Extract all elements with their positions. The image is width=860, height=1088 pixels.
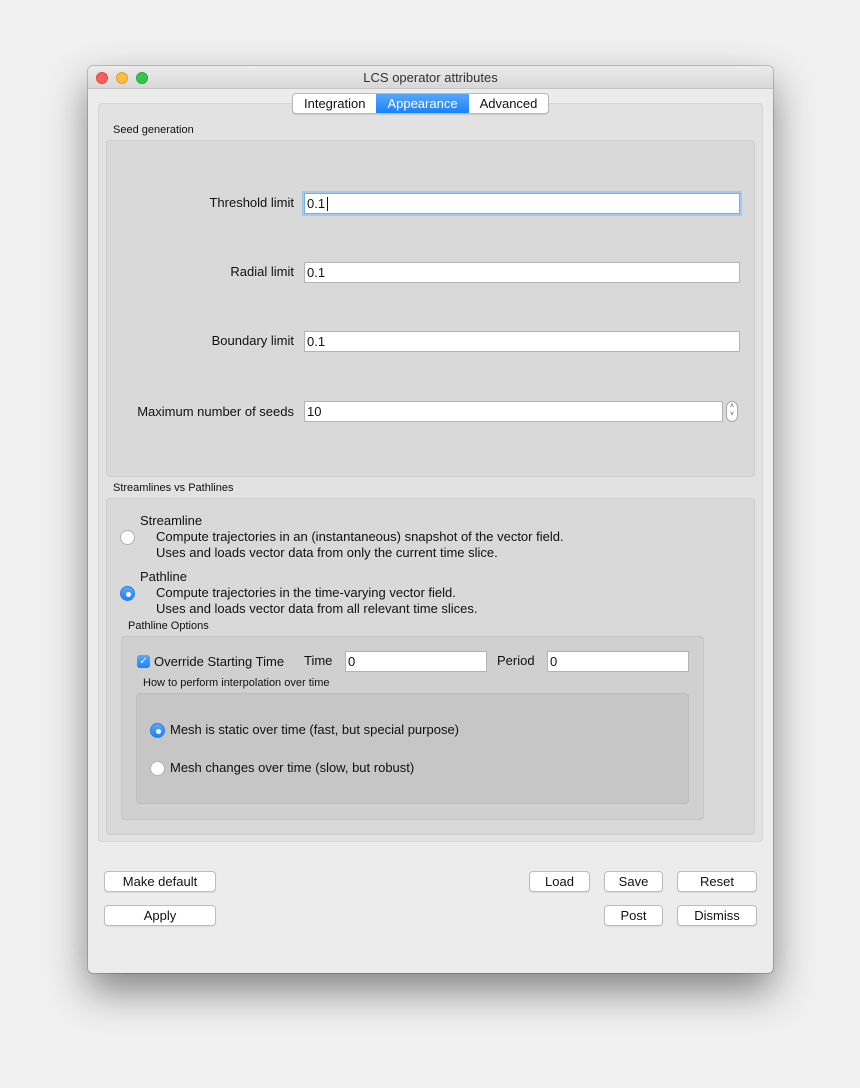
tab-integration[interactable]: Integration xyxy=(293,94,376,113)
title-bar: LCS operator attributes xyxy=(88,66,773,89)
pathline-radio[interactable] xyxy=(120,586,135,601)
streamline-description-1: Compute trajectories in an (instantaneou… xyxy=(156,529,564,544)
time-label: Time xyxy=(304,653,333,668)
check-icon: ✓ xyxy=(139,656,148,667)
apply-button[interactable]: Apply xyxy=(104,905,216,926)
threshold-limit-label: Threshold limit xyxy=(209,195,294,210)
save-button[interactable]: Save xyxy=(604,871,663,892)
override-starting-time-checkbox[interactable]: ✓ xyxy=(137,655,150,668)
seed-generation-group xyxy=(106,140,755,477)
post-button[interactable]: Post xyxy=(604,905,663,926)
make-default-button[interactable]: Make default xyxy=(104,871,216,892)
max-seeds-label: Maximum number of seeds xyxy=(137,404,294,419)
interpolation-group xyxy=(136,693,689,804)
pathline-label[interactable]: Pathline xyxy=(140,569,187,584)
mesh-static-label[interactable]: Mesh is static over time (fast, but spec… xyxy=(170,722,459,737)
period-label: Period xyxy=(497,653,535,668)
streamline-radio[interactable] xyxy=(120,530,135,545)
time-input[interactable] xyxy=(345,651,487,672)
minimize-window-button[interactable] xyxy=(116,72,128,84)
pathline-options-title: Pathline Options xyxy=(128,620,209,632)
tab-advanced[interactable]: Advanced xyxy=(469,94,549,113)
zoom-window-button[interactable] xyxy=(136,72,148,84)
interpolation-title: How to perform interpolation over time xyxy=(143,677,330,689)
lcs-attributes-window: LCS operator attributes Integration Appe… xyxy=(88,66,773,973)
load-button[interactable]: Load xyxy=(529,871,590,892)
boundary-limit-input[interactable] xyxy=(304,331,740,352)
radial-limit-input[interactable] xyxy=(304,262,740,283)
seed-generation-title: Seed generation xyxy=(113,124,194,136)
tab-bar: Integration Appearance Advanced xyxy=(292,93,550,114)
radial-limit-label: Radial limit xyxy=(230,264,294,279)
pathline-description-2: Uses and loads vector data from all rele… xyxy=(156,601,478,616)
max-seeds-input[interactable] xyxy=(304,401,723,422)
reset-button[interactable]: Reset xyxy=(677,871,757,892)
mesh-changes-label[interactable]: Mesh changes over time (slow, but robust… xyxy=(170,760,414,775)
boundary-limit-label: Boundary limit xyxy=(211,333,294,348)
tab-appearance[interactable]: Appearance xyxy=(376,94,469,113)
pathline-description-1: Compute trajectories in the time-varying… xyxy=(156,585,456,600)
period-input[interactable] xyxy=(547,651,689,672)
text-cursor xyxy=(327,197,328,211)
stepper-down-icon[interactable]: ˅ xyxy=(727,411,737,419)
override-starting-time-label[interactable]: Override Starting Time xyxy=(154,654,284,669)
streamlines-vs-pathlines-title: Streamlines vs Pathlines xyxy=(113,482,234,494)
dismiss-button[interactable]: Dismiss xyxy=(677,905,757,926)
close-window-button[interactable] xyxy=(96,72,108,84)
mesh-static-radio[interactable] xyxy=(150,723,165,738)
streamline-label[interactable]: Streamline xyxy=(140,513,202,528)
threshold-limit-input[interactable] xyxy=(304,193,740,214)
max-seeds-stepper[interactable]: ˄ ˅ xyxy=(726,401,738,422)
window-title: LCS operator attributes xyxy=(363,70,498,85)
stepper-up-icon[interactable]: ˄ xyxy=(727,403,737,411)
mesh-changes-radio[interactable] xyxy=(150,761,165,776)
streamline-description-2: Uses and loads vector data from only the… xyxy=(156,545,498,560)
